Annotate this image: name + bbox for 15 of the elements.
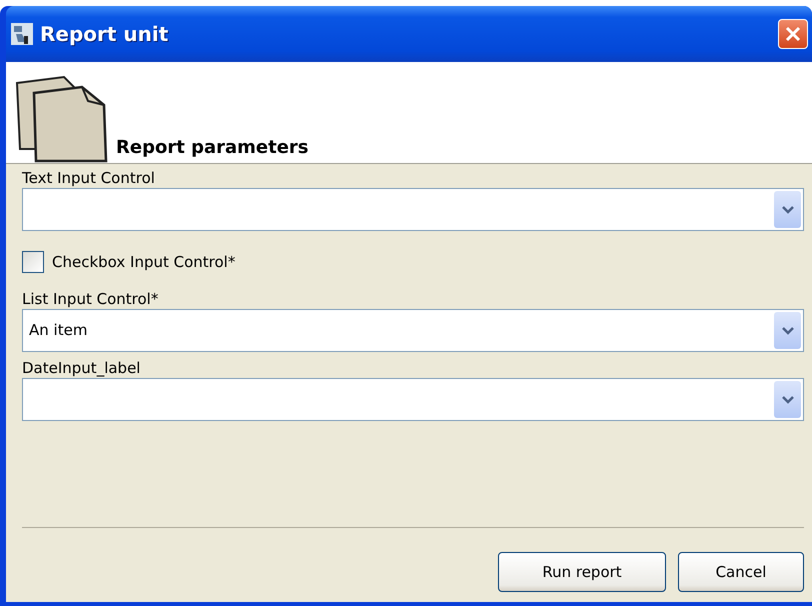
close-icon[interactable] [783,24,803,44]
close-button[interactable] [778,19,808,49]
field-label: DateInput_label [22,358,142,378]
checkbox[interactable] [22,251,44,273]
cancel-button[interactable]: Cancel [678,552,804,592]
section-title: Report parameters [115,136,308,160]
field-label: List Input Control* [22,289,160,309]
run-report-button[interactable]: Run report [498,552,666,592]
combo-box[interactable] [22,188,804,231]
checkbox-label: Checkbox Input Control* [52,252,236,273]
window-title: Report unit [40,21,170,48]
app-icon [10,22,34,46]
combo-box[interactable] [22,378,804,421]
combo-box[interactable]: An item [22,309,804,352]
field-label: Text Input Control [22,168,156,188]
